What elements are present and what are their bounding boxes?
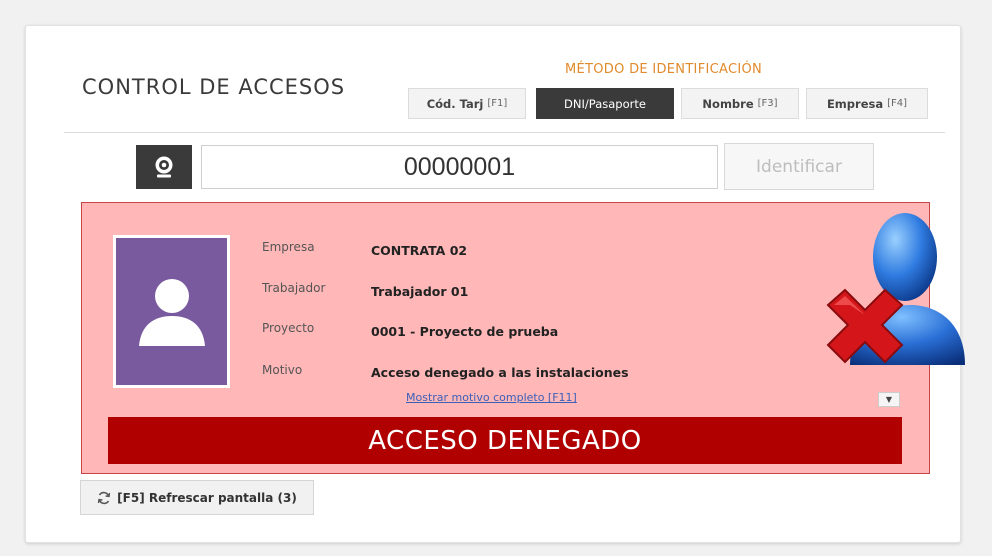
page-title: CONTROL DE ACCESOS	[82, 75, 346, 99]
show-full-reason-link[interactable]: Mostrar motivo completo [F11]	[406, 391, 577, 404]
method-company-label: Empresa	[826, 96, 884, 111]
field-value-project: 0001 - Proyecto de prueba	[371, 324, 559, 339]
field-label-reason: Motivo	[262, 363, 303, 377]
identification-method-label: MÉTODO DE IDENTIFICACIÓN	[565, 62, 763, 77]
refresh-screen-button[interactable]: [F5] Refrescar pantalla (3)	[80, 480, 314, 515]
webcam-button[interactable]	[136, 145, 192, 189]
method-card-button[interactable]: Cód. Tarj [F1]	[408, 88, 526, 119]
field-label-project: Proyecto	[262, 321, 315, 335]
field-value-worker: Trabajador 01	[371, 284, 469, 299]
field-value-reason: Acceso denegado a las instalaciones	[371, 365, 629, 380]
method-name-label: Nombre	[702, 96, 754, 111]
user-denied-icon	[826, 213, 965, 365]
method-name-key: [F3]	[757, 98, 778, 109]
user-silhouette-icon	[138, 278, 205, 346]
method-dni-button[interactable]: DNI/Pasaporte	[536, 88, 674, 119]
field-label-worker: Trabajador	[262, 281, 326, 295]
identification-input[interactable]	[201, 145, 718, 189]
method-card-key: [F1]	[487, 98, 508, 109]
refresh-icon	[97, 491, 111, 504]
chevron-down-icon: ▼	[885, 395, 893, 404]
field-label-company: Empresa	[262, 240, 315, 254]
identify-button[interactable]: Identificar	[724, 143, 874, 190]
method-card-label: Cód. Tarj	[426, 96, 484, 111]
expand-button[interactable]: ▼	[878, 392, 900, 407]
method-dni-label: DNI/Pasaporte	[564, 96, 646, 111]
access-denied-banner: ACCESO DENEGADO	[108, 417, 902, 464]
field-value-company: CONTRATA 02	[371, 243, 468, 258]
webcam-icon	[155, 156, 173, 178]
header-divider	[64, 132, 945, 133]
method-name-button[interactable]: Nombre [F3]	[681, 88, 799, 119]
refresh-screen-label: [F5] Refrescar pantalla (3)	[117, 490, 297, 505]
worker-photo	[113, 235, 230, 388]
method-company-button[interactable]: Empresa [F4]	[806, 88, 928, 119]
method-company-key: [F4]	[887, 98, 908, 109]
